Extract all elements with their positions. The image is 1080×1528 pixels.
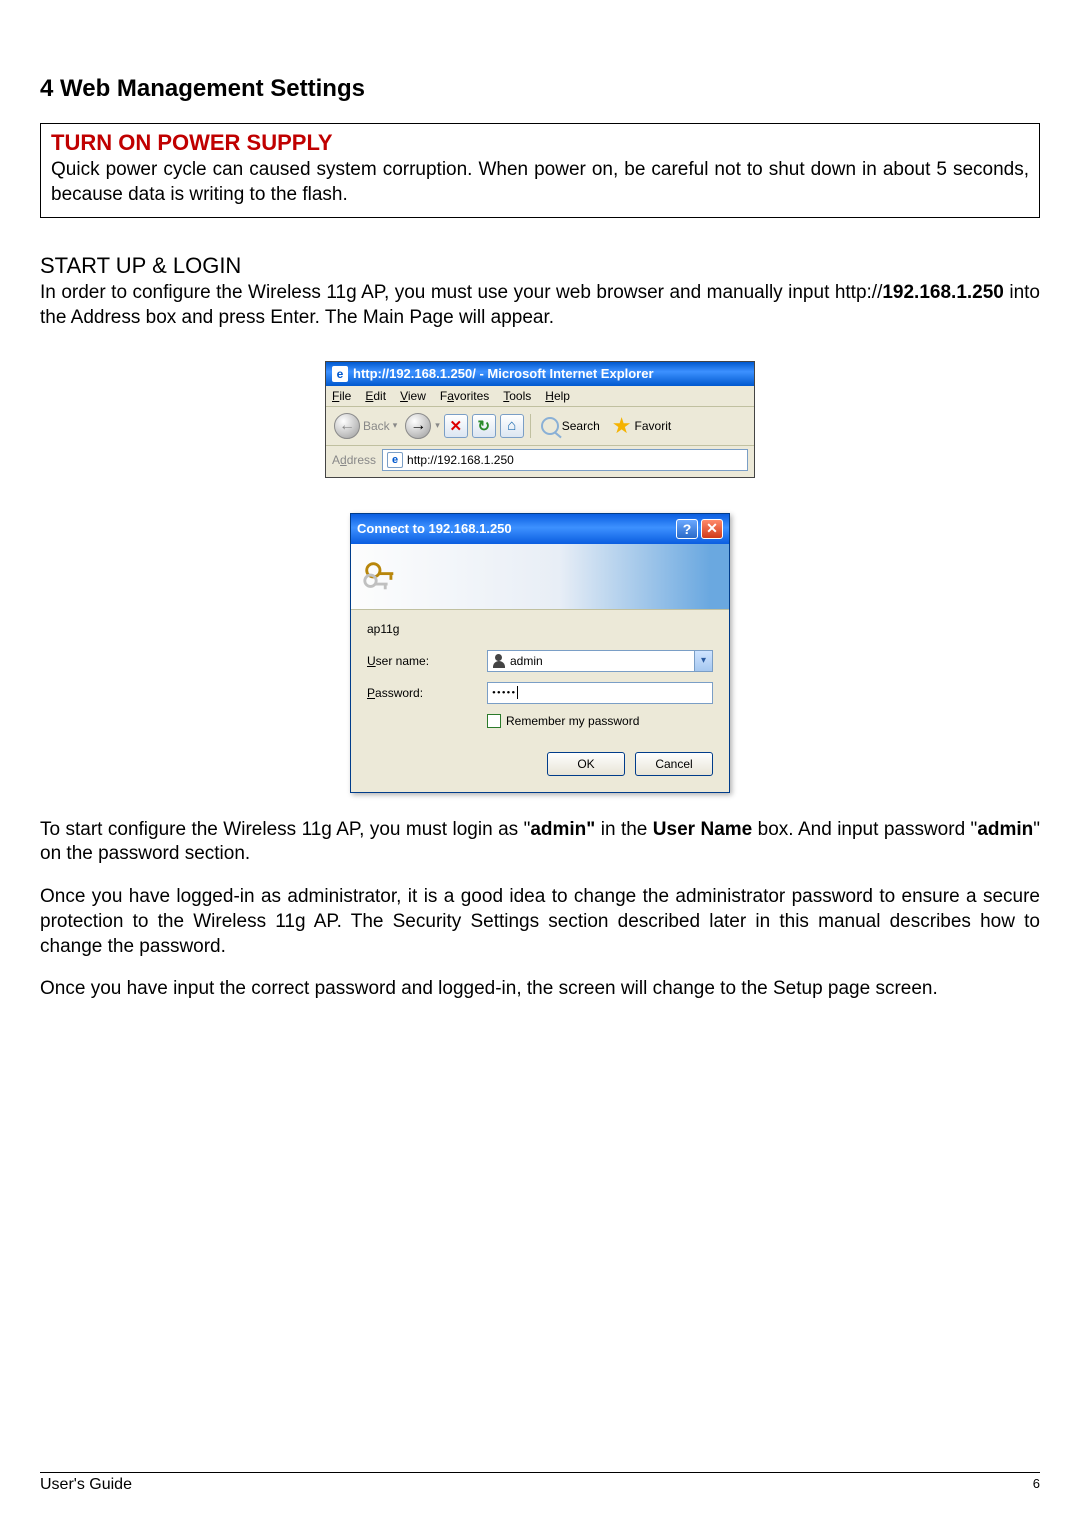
p1e: box. And input password " (752, 819, 977, 840)
text-cursor (517, 686, 518, 699)
password-value: ••••• (492, 687, 516, 699)
favorites-label: Favorit (635, 419, 672, 433)
page-number: 6 (1033, 1476, 1040, 1494)
ie-window: e http://192.168.1.250/ - Microsoft Inte… (325, 361, 755, 478)
p1a: To start configure the Wireless 11g AP, … (40, 819, 530, 840)
p1b: admin" (530, 819, 595, 840)
startup-subheading: START UP & LOGIN (40, 253, 1040, 279)
remember-checkbox[interactable] (487, 714, 501, 728)
home-icon: ⌂ (507, 417, 516, 434)
remember-row: Remember my password (487, 714, 713, 728)
menu-edit[interactable]: Edit (365, 389, 386, 403)
footer-guide: User's Guide (40, 1476, 132, 1494)
warning-text: Quick power cycle can caused system corr… (51, 158, 1029, 207)
menu-favorites[interactable]: Favorites (440, 389, 489, 403)
intro-pre: In order to configure the Wireless 11g A… (40, 282, 882, 303)
ok-button[interactable]: OK (547, 752, 625, 776)
username-value: admin (510, 654, 543, 668)
search-button[interactable]: Search (537, 415, 604, 437)
realm-text: ap11g (367, 622, 713, 636)
p1f: admin (977, 819, 1033, 840)
username-label: User name: (367, 654, 487, 668)
para-change-password: Once you have logged-in as administrator… (40, 885, 1040, 959)
screenshot-area: e http://192.168.1.250/ - Microsoft Inte… (40, 361, 1040, 793)
footer-divider (40, 1472, 1040, 1473)
username-combo[interactable]: admin ▾ (487, 650, 713, 672)
p1d: User Name (653, 819, 752, 840)
address-label: Address (332, 453, 376, 467)
section-heading: 4 Web Management Settings (40, 75, 1040, 103)
menu-help[interactable]: Help (545, 389, 570, 403)
cancel-button[interactable]: Cancel (635, 752, 713, 776)
ie-title-text: http://192.168.1.250/ - Microsoft Intern… (353, 366, 654, 381)
back-button[interactable]: ← Back ▾ (330, 411, 401, 441)
stop-x-icon: ✕ (449, 417, 462, 435)
menu-tools[interactable]: Tools (503, 389, 531, 403)
password-label: Password: (367, 686, 487, 700)
warning-box: TURN ON POWER SUPPLY Quick power cycle c… (40, 123, 1040, 218)
search-label: Search (562, 419, 600, 433)
address-input[interactable]: e http://192.168.1.250 (382, 449, 748, 471)
chevron-down-icon[interactable]: ▾ (694, 651, 712, 671)
address-value: http://192.168.1.250 (407, 453, 514, 467)
dialog-body: ap11g User name: admin ▾ Password: ••••• (351, 610, 729, 792)
page-icon: e (387, 452, 403, 468)
forward-button[interactable]: → (405, 413, 431, 439)
password-input[interactable]: ••••• (487, 682, 713, 704)
close-button[interactable]: ✕ (701, 519, 723, 539)
back-arrow-icon: ← (334, 413, 360, 439)
home-button[interactable]: ⌂ (500, 414, 524, 438)
stop-button[interactable]: ✕ (444, 414, 468, 438)
dropdown-icon: ▾ (393, 420, 398, 431)
dropdown-icon-2: ▾ (435, 420, 440, 431)
favorites-button[interactable]: ★ Favorit (608, 411, 675, 441)
startup-intro: In order to configure the Wireless 11g A… (40, 281, 1040, 330)
star-icon: ★ (612, 413, 632, 439)
para-login-instructions: To start configure the Wireless 11g AP, … (40, 818, 1040, 867)
back-label: Back (363, 419, 390, 433)
password-row: Password: ••••• (367, 682, 713, 704)
ie-addressbar: Address e http://192.168.1.250 (326, 446, 754, 477)
menu-view[interactable]: View (400, 389, 426, 403)
dialog-title: Connect to 192.168.1.250 (357, 521, 512, 536)
ie-titlebar: e http://192.168.1.250/ - Microsoft Inte… (326, 362, 754, 386)
dialog-banner (351, 544, 729, 610)
refresh-button[interactable]: ↻ (472, 414, 496, 438)
username-row: User name: admin ▾ (367, 650, 713, 672)
p1c: in the (595, 819, 653, 840)
search-icon (541, 417, 559, 435)
button-row: OK Cancel (367, 752, 713, 776)
page-footer: User's Guide 6 (40, 1472, 1040, 1494)
menu-file[interactable]: File (332, 389, 351, 403)
intro-ip: 192.168.1.250 (882, 282, 1004, 303)
ie-logo-icon: e (332, 366, 348, 382)
help-button[interactable]: ? (676, 519, 698, 539)
refresh-icon: ↻ (477, 417, 490, 435)
user-icon (492, 654, 506, 668)
warning-title: TURN ON POWER SUPPLY (51, 130, 1029, 156)
ie-toolbar: ← Back ▾ → ▾ ✕ ↻ ⌂ Search ★ Favorit (326, 407, 754, 446)
login-dialog: Connect to 192.168.1.250 ? ✕ ap11g (350, 513, 730, 793)
dialog-titlebar: Connect to 192.168.1.250 ? ✕ (351, 514, 729, 544)
ie-menubar: File Edit View Favorites Tools Help (326, 386, 754, 407)
remember-label[interactable]: Remember my password (506, 714, 639, 728)
keys-icon (361, 557, 399, 595)
toolbar-divider (530, 414, 531, 438)
para-setup-screen: Once you have input the correct password… (40, 977, 1040, 1002)
